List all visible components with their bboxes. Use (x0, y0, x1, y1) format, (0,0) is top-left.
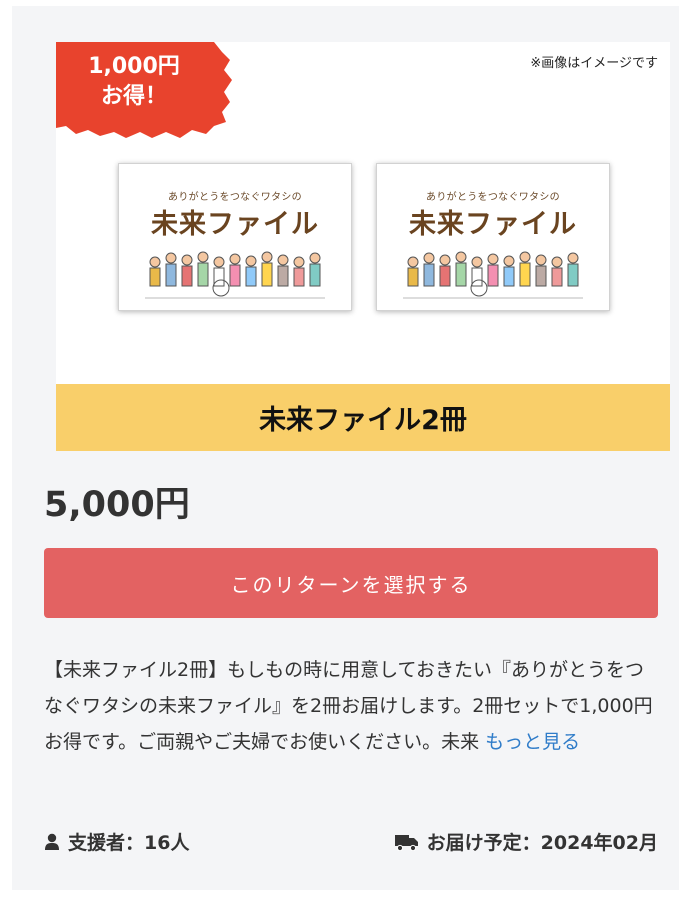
reward-title-banner: 未来ファイル2冊 (56, 384, 670, 451)
badge-line-label: お得！ (100, 84, 167, 109)
select-reward-button[interactable]: このリターンを選択する (44, 548, 658, 618)
discount-badge: 1,000円 お得！ (56, 42, 232, 138)
book-cover: ありがとうをつなぐワタシの 未来ファイル (118, 163, 352, 311)
show-more-link[interactable]: もっと見る (485, 731, 580, 753)
badge-line-amount: 1,000円 (88, 54, 180, 79)
reward-footer: 支援者：16人 お届け予定：2024年02月 (44, 828, 658, 862)
reward-title: 未来ファイル2冊 (259, 405, 467, 436)
book-subtitle: ありがとうをつなぐワタシの (168, 192, 302, 203)
supporters-count: 支援者：16人 (44, 828, 189, 855)
book-cover: ありがとうをつなぐワタシの 未来ファイル (376, 163, 610, 311)
reward-price: 5,000円 (44, 485, 190, 525)
truck-icon (394, 834, 418, 851)
reward-image: 1,000円 お得！ ※画像はイメージです ありがとうをつなぐワタシの 未来ファ… (56, 42, 670, 384)
book-subtitle: ありがとうをつなぐワタシの (426, 192, 560, 203)
image-note: ※画像はイメージです (530, 56, 658, 71)
delivery-date: お届け予定：2024年02月 (394, 828, 658, 855)
book-title: 未来ファイル (409, 209, 577, 240)
supporters-label: 支援者：16人 (68, 832, 190, 854)
book-title: 未来ファイル (151, 209, 319, 240)
crowd-illustration (403, 251, 583, 299)
user-icon (45, 833, 59, 850)
delivery-label: お届け予定：2024年02月 (426, 832, 658, 854)
crowd-illustration (145, 251, 325, 299)
reward-description: 【未来ファイル2冊】もしもの時に用意しておきたい『ありがとうをつなぐワタシの未来… (44, 652, 654, 760)
